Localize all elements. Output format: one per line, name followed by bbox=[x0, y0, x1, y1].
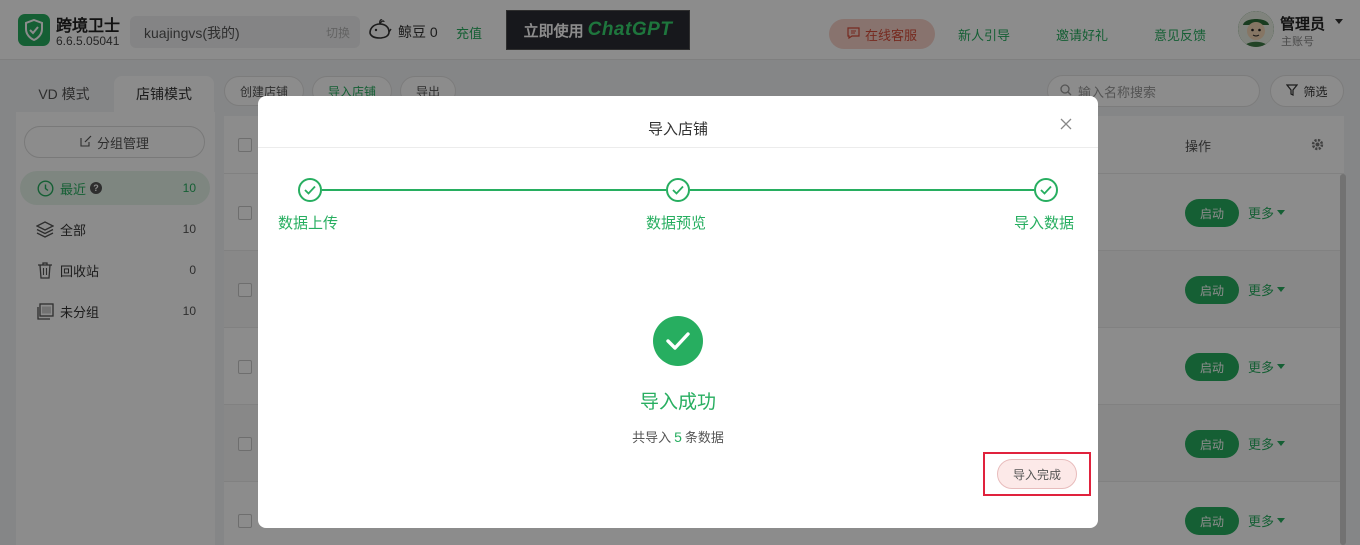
success-summary: 共导入 5 条数据 bbox=[632, 429, 724, 445]
import-count: 5 bbox=[674, 429, 682, 445]
step-check-icon bbox=[666, 178, 690, 202]
import-store-dialog: 导入店铺 数据上传 数据预览 导入数据 导入成功 共导入 5 条数据 导入完成 bbox=[258, 96, 1098, 528]
success-check-icon bbox=[653, 316, 703, 366]
step-label-upload: 数据上传 bbox=[278, 215, 339, 232]
step-connector bbox=[690, 189, 1034, 191]
close-icon[interactable] bbox=[1060, 118, 1072, 133]
step-label-preview: 数据预览 bbox=[646, 215, 707, 232]
success-title: 导入成功 bbox=[639, 392, 716, 413]
step-connector bbox=[322, 189, 666, 191]
step-check-icon bbox=[298, 178, 322, 202]
step-check-icon bbox=[1034, 178, 1058, 202]
import-done-button[interactable]: 导入完成 bbox=[997, 459, 1077, 489]
dialog-title: 导入店铺 bbox=[647, 121, 708, 138]
dialog-header: 导入店铺 bbox=[258, 96, 1098, 148]
step-label-import: 导入数据 bbox=[1014, 215, 1075, 232]
